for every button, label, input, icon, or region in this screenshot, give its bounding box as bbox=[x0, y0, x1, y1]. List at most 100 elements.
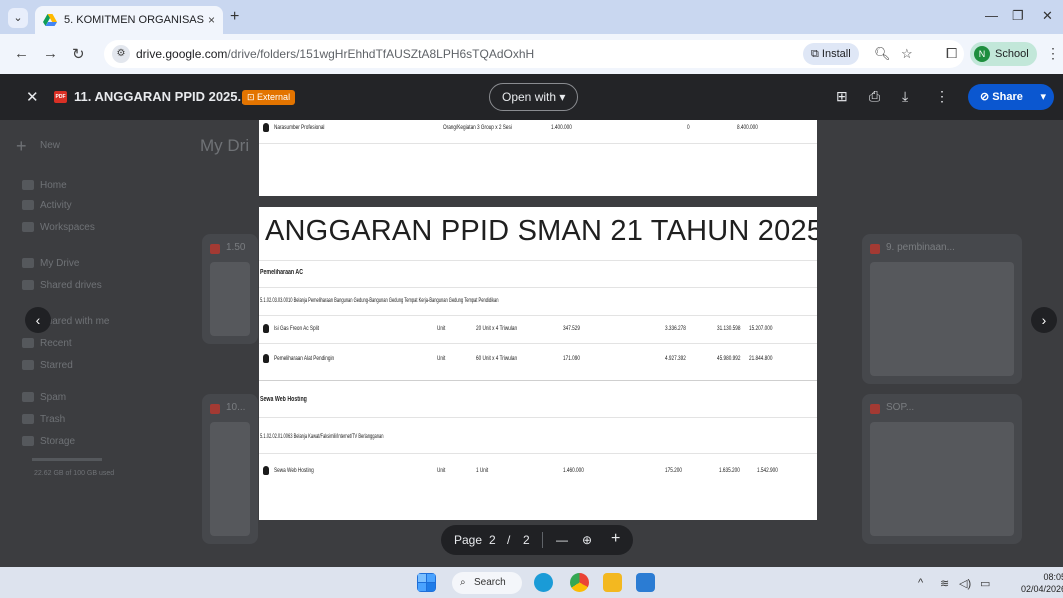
browser-tab-active[interactable]: 5. KOMITMEN ORGANISASI - G × bbox=[35, 6, 223, 34]
zoom-out-button[interactable]: — bbox=[556, 533, 568, 547]
pdf-file-icon bbox=[210, 404, 220, 414]
file-card-2: 9. pembinaan... bbox=[862, 234, 1022, 384]
pdf-file-icon bbox=[210, 244, 220, 254]
browser-tab-strip: ⌄ 5. KOMITMEN ORGANISASI - G × + — ❐ ✕ bbox=[0, 0, 1063, 34]
trash-icon bbox=[22, 414, 34, 424]
chrome-icon[interactable] bbox=[570, 573, 589, 592]
section-heading-hosting: Sewa Web Hosting bbox=[260, 396, 307, 403]
profile-chip[interactable]: N School bbox=[970, 42, 1037, 66]
tab-search-menu-icon[interactable]: ⌄ bbox=[8, 8, 28, 28]
p1-item: Narasumber Profesional bbox=[274, 124, 325, 131]
windows-start-icon[interactable] bbox=[417, 573, 436, 592]
row1-unit: Unit bbox=[437, 325, 446, 332]
new-plus-icon: + bbox=[16, 136, 27, 156]
p1-tax: 0 bbox=[687, 124, 690, 131]
taskbar-search[interactable]: ⌕ Search bbox=[452, 572, 522, 594]
previous-file-arrow-icon[interactable]: ‹ bbox=[25, 307, 51, 333]
address-bar[interactable]: ⚙ drive.google.com/drive/folders/151wgHr… bbox=[104, 40, 964, 68]
bookmark-star-icon[interactable]: ☆ bbox=[901, 46, 913, 62]
reload-icon[interactable]: ↻ bbox=[72, 45, 85, 63]
pdf-viewer-header: ✕ PDF 11. ANGGARAN PPID 2025.pdf ⊡ Exter… bbox=[0, 74, 1063, 120]
install-label: Install bbox=[821, 48, 851, 60]
edge-icon[interactable] bbox=[534, 573, 553, 592]
more-actions-icon[interactable]: ⋮ bbox=[935, 88, 949, 105]
download-icon[interactable]: ⤓ bbox=[902, 88, 908, 105]
new-button-label: New bbox=[40, 140, 61, 151]
p1-volume: 3 Group x 2 Sesi bbox=[477, 124, 512, 131]
row-divider bbox=[259, 417, 817, 418]
file-card-3-title: 10... bbox=[226, 402, 246, 413]
install-app-button[interactable]: ⧉ Install bbox=[803, 43, 859, 65]
recent-icon bbox=[22, 338, 34, 348]
volume-icon[interactable]: ◁) bbox=[959, 577, 971, 590]
row2-unit: Unit bbox=[437, 355, 446, 362]
window-close-icon[interactable]: ✕ bbox=[1042, 8, 1053, 24]
current-page-input[interactable]: 2 bbox=[489, 533, 496, 547]
sidebar-item-home: Home bbox=[40, 180, 67, 191]
install-icon: ⧉ bbox=[811, 48, 822, 60]
account-code-2: 5.1.02.02.01.0063 Belanja Kawat/Faksimil… bbox=[260, 433, 384, 440]
row-divider bbox=[259, 143, 817, 144]
open-with-button[interactable]: Open with ▾ bbox=[489, 83, 579, 111]
sidebar-item-trash: Trash bbox=[40, 414, 66, 425]
wifi-icon[interactable]: ≋ bbox=[940, 577, 949, 590]
forward-arrow-icon[interactable]: → bbox=[43, 45, 58, 62]
store-icon[interactable] bbox=[636, 573, 655, 592]
url-text[interactable]: drive.google.com/drive/folders/151wgHrEh… bbox=[136, 47, 534, 61]
site-info-icon[interactable]: ⚙ bbox=[112, 45, 130, 63]
clock-date: 02/04/2026 bbox=[1021, 584, 1063, 594]
row1-total: 31.130.598 bbox=[717, 325, 741, 332]
row2-price: 171.090 bbox=[563, 355, 580, 362]
file-card-2-thumbnail bbox=[870, 262, 1014, 376]
next-file-arrow-icon[interactable]: › bbox=[1031, 307, 1057, 333]
new-tab-button[interactable]: + bbox=[230, 8, 239, 26]
sidebar-item-workspaces: Workspaces bbox=[40, 222, 95, 233]
file-name: 11. ANGGARAN PPID 2025.pdf bbox=[74, 89, 262, 104]
taskbar-search-label: Search bbox=[474, 577, 506, 588]
account-code-1: 5.1.02.03.03.0010 Belanja Pemeliharaan B… bbox=[260, 297, 499, 304]
row1-volume: 20 Unit x 4 Triwulan bbox=[476, 325, 518, 332]
row3-volume: 1 Unit bbox=[476, 467, 489, 474]
profile-label: School bbox=[995, 48, 1029, 60]
tab-close-icon[interactable]: × bbox=[208, 13, 215, 27]
pdf-file-icon: PDF bbox=[54, 91, 67, 103]
page-control: Page 2 / 2 — ⊕ + bbox=[441, 525, 633, 555]
system-clock[interactable]: 08:05 02/04/2026 bbox=[1021, 571, 1063, 595]
row-divider bbox=[259, 453, 817, 454]
spam-icon bbox=[22, 392, 34, 402]
share-label: Share bbox=[992, 91, 1023, 103]
zoom-in-button[interactable]: + bbox=[611, 530, 620, 548]
file-explorer-icon[interactable] bbox=[603, 573, 622, 592]
row3-budget: 1.542.900 bbox=[757, 467, 778, 474]
file-card-3-thumbnail bbox=[210, 422, 250, 536]
section-heading-ac: Pemeliharaan AC bbox=[260, 269, 303, 276]
browser-menu-icon[interactable]: ⋮ bbox=[1046, 45, 1060, 62]
row3-total: 1.635.200 bbox=[719, 467, 740, 474]
minimize-icon[interactable]: — bbox=[985, 8, 998, 23]
share-button[interactable]: ⊘ Share ▾ bbox=[968, 84, 1054, 110]
tray-overflow-icon[interactable]: ^ bbox=[918, 577, 923, 589]
file-card-1-thumbnail bbox=[210, 262, 250, 336]
my-drive-icon bbox=[22, 258, 34, 268]
row3-unit: Unit bbox=[437, 467, 446, 474]
print-icon[interactable]: ⎙ bbox=[869, 88, 880, 105]
google-drive-icon bbox=[43, 14, 57, 26]
back-arrow-icon[interactable]: ← bbox=[14, 45, 29, 62]
item-bullet-icon bbox=[263, 466, 269, 475]
lock-icon: ⊘ bbox=[980, 91, 993, 103]
restore-icon[interactable]: ❐ bbox=[1012, 8, 1024, 24]
add-shortcut-icon[interactable]: ⊞ bbox=[836, 88, 848, 105]
sidebar-item-shared-drives: Shared drives bbox=[40, 280, 102, 291]
close-viewer-icon[interactable]: ✕ bbox=[26, 88, 39, 106]
sidebar-item-my-drive: My Drive bbox=[40, 258, 80, 269]
zoom-icon[interactable]: 🔍︎ bbox=[874, 46, 891, 62]
file-card-1-title: 1.50 bbox=[226, 242, 246, 253]
battery-icon[interactable]: ▭ bbox=[980, 577, 990, 590]
file-card-4-thumbnail bbox=[870, 422, 1014, 536]
share-dropdown-icon[interactable]: ▾ bbox=[1040, 84, 1046, 110]
sidebar-item-recent: Recent bbox=[40, 338, 72, 349]
title-divider bbox=[259, 260, 817, 261]
shared-drives-icon bbox=[22, 280, 34, 290]
extensions-icon[interactable]: ⧠ bbox=[946, 45, 957, 62]
storage-icon bbox=[22, 436, 34, 446]
